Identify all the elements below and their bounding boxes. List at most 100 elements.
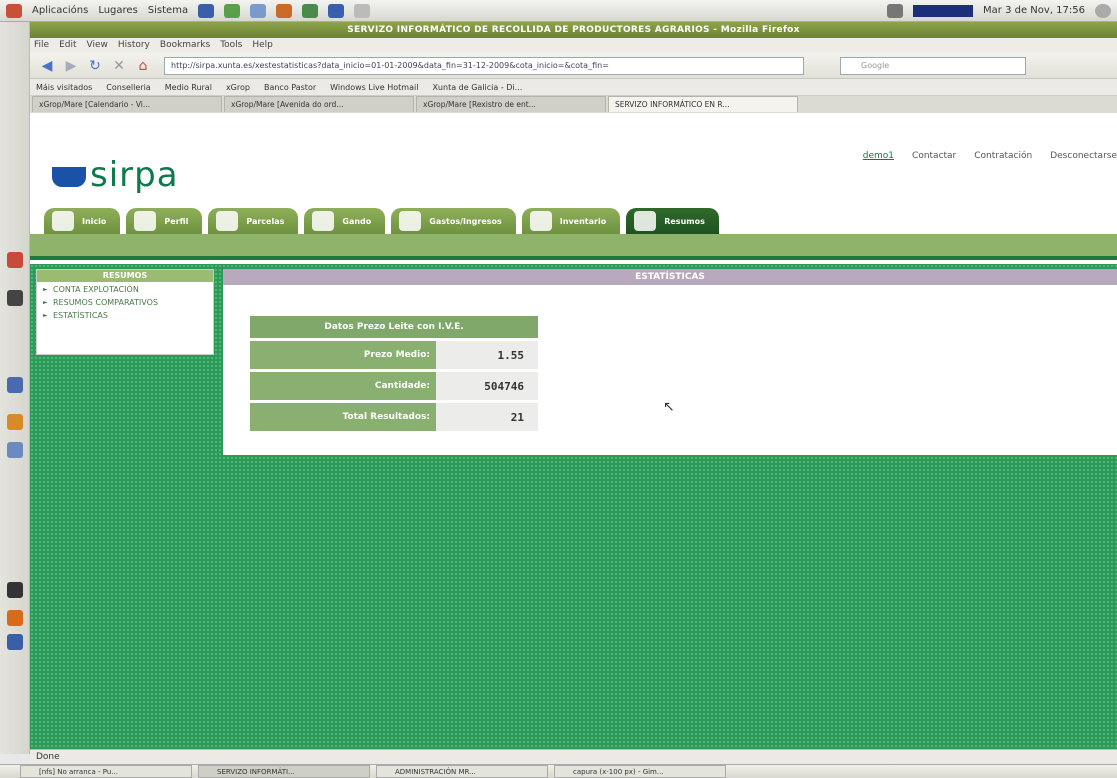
reload-icon[interactable]: ↻ xyxy=(86,57,104,75)
bookmark-item[interactable]: Windows Live Hotmail xyxy=(330,79,418,95)
network-monitor xyxy=(913,4,974,17)
dock-app-icon[interactable] xyxy=(7,634,23,650)
profile-icon xyxy=(134,211,157,231)
menu-history[interactable]: History xyxy=(118,38,150,53)
tab-gando[interactable]: Gando xyxy=(304,208,386,234)
launcher-icon[interactable] xyxy=(276,3,293,18)
search-input[interactable]: Google xyxy=(840,56,1026,75)
money-icon xyxy=(399,211,422,231)
statistics-table: Datos Prezo Leite con I.V.E. Prezo Medio… xyxy=(250,313,538,434)
dock-app-icon[interactable] xyxy=(7,290,23,306)
logo-icon xyxy=(52,166,86,187)
logout-link[interactable]: Desconectarse xyxy=(1050,151,1117,161)
launcher-icon[interactable] xyxy=(328,3,345,18)
top-links: demo1 Contactar Contratación Desconectar… xyxy=(863,151,1117,161)
table-row: Cantidade: 504746 xyxy=(250,372,538,400)
dock-app-icon[interactable] xyxy=(7,442,23,458)
site-logo[interactable]: sirpa xyxy=(52,155,179,195)
sidebar-item-estatisticas[interactable]: ESTATÍSTICAS xyxy=(37,308,213,321)
left-dock xyxy=(0,22,30,754)
browser-tab-active[interactable]: SERVIZO INFORMÁTICO EN R... xyxy=(608,96,798,112)
dock-app-icon[interactable] xyxy=(7,377,23,393)
bookmarks-toolbar: Máis visitados Conselleria Medio Rural x… xyxy=(30,79,1117,96)
dock-app-icon[interactable] xyxy=(7,414,23,430)
tab-perfil[interactable]: Perfil xyxy=(126,208,203,234)
taskbar-item-active[interactable]: SERVIZO INFORMÁTI... xyxy=(198,765,370,778)
navigation-toolbar: ◀ ▶ ↻ ✕ ⌂ http://sirpa.xunta.es/xestesta… xyxy=(30,53,1117,79)
menu-help[interactable]: Help xyxy=(252,38,273,53)
launcher-icon[interactable] xyxy=(250,3,267,18)
taskbar-item[interactable]: [nfs] No arranca - Pu... xyxy=(20,765,192,778)
taskbar-item[interactable]: ADMINISTRACIÓN MR... xyxy=(376,765,548,778)
row-label: Cantidade: xyxy=(250,372,436,400)
url-input[interactable]: http://sirpa.xunta.es/xestestatisticas?d… xyxy=(164,56,804,75)
gnome-foot-icon[interactable] xyxy=(6,3,22,18)
mouse-cursor-icon: ↖ xyxy=(663,399,675,415)
parcel-icon xyxy=(216,211,239,231)
panel-clock[interactable]: Mar 3 de Nov, 17:56 xyxy=(983,5,1085,16)
row-value: 21 xyxy=(436,403,538,431)
sidebar-title: RESUMOS xyxy=(37,270,213,282)
sidebar-item-resumos-comparativos[interactable]: RESUMOS COMPARATIVOS xyxy=(37,295,213,308)
table-row: Prezo Medio: 1.55 xyxy=(250,341,538,369)
sidebar-item-conta-explotacion[interactable]: CONTA EXPLOTACIÓN xyxy=(37,282,213,295)
content-area: RESUMOS CONTA EXPLOTACIÓN RESUMOS COMPAR… xyxy=(30,264,1117,749)
browser-launcher-icon[interactable] xyxy=(198,3,215,18)
panel-menu-applications[interactable]: Aplicacións xyxy=(32,5,88,16)
tab-parcelas[interactable]: Parcelas xyxy=(208,208,299,234)
tab-inicio[interactable]: Inicio xyxy=(44,208,121,234)
dock-app-icon[interactable] xyxy=(7,610,23,626)
panel-menu-places[interactable]: Lugares xyxy=(98,5,137,16)
panel-menu-system[interactable]: Sistema xyxy=(148,5,188,16)
browser-tab[interactable]: xGrop/Mare [Rexistro de ent... xyxy=(416,96,606,112)
home-icon[interactable]: ⌂ xyxy=(134,57,152,75)
launcher-icon[interactable] xyxy=(354,3,371,18)
summary-icon xyxy=(634,211,657,231)
menu-tools[interactable]: Tools xyxy=(220,38,242,53)
statistics-table-title: Datos Prezo Leite con I.V.E. xyxy=(250,316,538,338)
stop-icon[interactable]: ✕ xyxy=(110,57,128,75)
tab-gastos-ingresos[interactable]: Gastos/Ingresos xyxy=(391,208,516,234)
power-icon[interactable] xyxy=(1095,3,1111,18)
tab-resumos[interactable]: Resumos xyxy=(626,208,719,234)
bookmark-item[interactable]: Conselleria xyxy=(106,79,150,95)
site-header: sirpa demo1 Contactar Contratación Desco… xyxy=(30,113,1117,211)
tractor-icon xyxy=(529,211,552,231)
bottom-taskbar: [nfs] No arranca - Pu... SERVIZO INFORMÁ… xyxy=(0,764,1117,778)
browser-tabbar: xGrop/Mare [Calendario - Vi... xGrop/Mar… xyxy=(30,96,1117,113)
main-nav-tabs: Inicio Perfil Parcelas Gando Gastos/Ingr… xyxy=(44,208,719,234)
back-icon[interactable]: ◀ xyxy=(38,57,56,75)
browser-tab[interactable]: xGrop/Mare [Avenida do ord... xyxy=(224,96,414,112)
menu-view[interactable]: View xyxy=(87,38,108,53)
row-label: Total Resultados: xyxy=(250,403,436,431)
network-icon[interactable] xyxy=(887,3,904,18)
browser-tab[interactable]: xGrop/Mare [Calendario - Vi... xyxy=(32,96,222,112)
menu-edit[interactable]: Edit xyxy=(59,38,76,53)
statistics-panel: ESTATÍSTICAS Datos Prezo Leite con I.V.E… xyxy=(223,269,1117,455)
taskbar-item[interactable]: capura (x-100 px) - Gim... xyxy=(554,765,726,778)
menu-bookmarks[interactable]: Bookmarks xyxy=(160,38,210,53)
bookmark-item[interactable]: Máis visitados xyxy=(36,79,92,95)
browser-menubar: File Edit View History Bookmarks Tools H… xyxy=(30,38,1117,53)
bookmark-item[interactable]: Banco Pastor xyxy=(264,79,316,95)
window-titlebar[interactable]: SERVIZO INFORMÁTICO DE RECOLLIDA DE PROD… xyxy=(30,22,1117,38)
summary-sidebar: RESUMOS CONTA EXPLOTACIÓN RESUMOS COMPAR… xyxy=(36,269,214,355)
tab-inventario[interactable]: Inventario xyxy=(521,208,621,234)
statistics-header: ESTATÍSTICAS xyxy=(223,269,1117,285)
dock-app-icon[interactable] xyxy=(7,582,23,598)
forward-icon[interactable]: ▶ xyxy=(62,57,80,75)
page-viewport: sirpa demo1 Contactar Contratación Desco… xyxy=(30,113,1117,749)
bookmark-item[interactable]: xGrop xyxy=(226,79,250,95)
menu-file[interactable]: File xyxy=(34,38,49,53)
user-link[interactable]: demo1 xyxy=(863,151,894,161)
browser-statusbar: Done xyxy=(30,749,1117,764)
home-icon xyxy=(52,211,74,231)
bookmark-item[interactable]: Xunta de Galicia - Di... xyxy=(432,79,522,95)
contact-link[interactable]: Contactar xyxy=(912,151,956,161)
row-label: Prezo Medio: xyxy=(250,341,436,369)
launcher-icon[interactable] xyxy=(224,3,241,18)
dock-app-icon[interactable] xyxy=(7,252,23,268)
bookmark-item[interactable]: Medio Rural xyxy=(165,79,212,95)
launcher-icon[interactable] xyxy=(302,3,319,18)
hiring-link[interactable]: Contratación xyxy=(974,151,1032,161)
